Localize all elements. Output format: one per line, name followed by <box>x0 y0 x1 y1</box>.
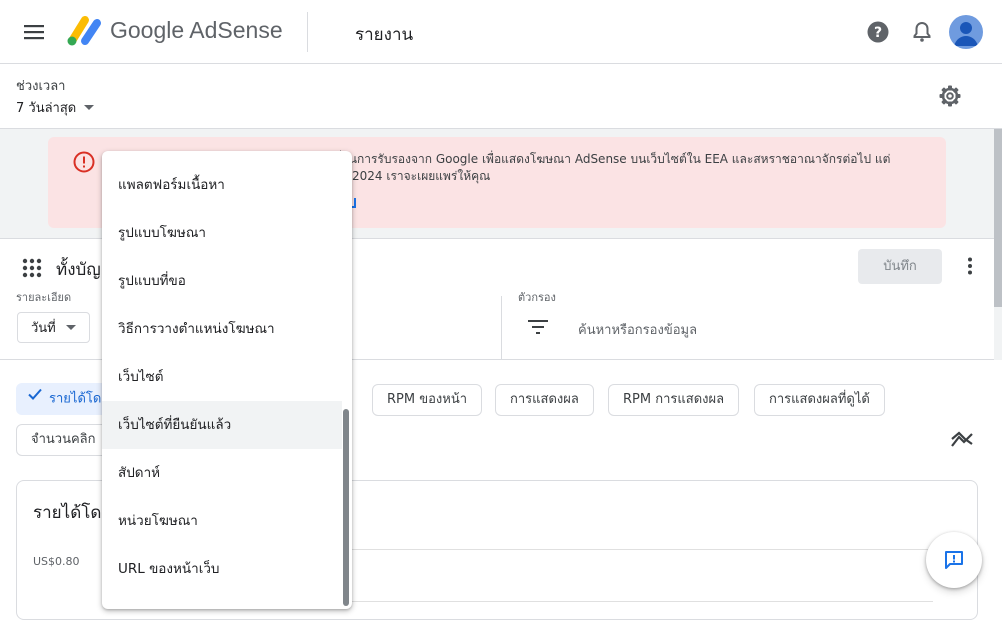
more-vert-icon[interactable] <box>960 256 980 276</box>
error-icon <box>72 150 96 174</box>
check-icon <box>27 384 43 414</box>
chart-title: รายได้โด <box>33 503 102 523</box>
filter-search-input[interactable]: ค้นหาหรือกรองข้อมูล <box>578 319 697 340</box>
breakdown-value: วันที่ <box>31 321 56 336</box>
menu-item-verified-site[interactable]: เว็บไซต์ที่ยืนยันแล้ว <box>102 401 342 449</box>
trend-toggle-icon[interactable] <box>950 430 974 450</box>
filter-label: ตัวกรอง <box>518 291 556 304</box>
save-button[interactable]: บันทึก <box>858 249 942 284</box>
toolbar-divider <box>501 296 502 360</box>
date-range-value: 7 วันล่าสุด <box>16 100 77 116</box>
page-scrollbar[interactable] <box>994 129 1002 307</box>
gridline <box>257 549 933 550</box>
breakdown-dropdown[interactable]: วันที่ <box>17 312 90 343</box>
header-divider <box>307 12 308 52</box>
chevron-down-icon <box>84 104 95 110</box>
help-icon[interactable]: ? <box>866 20 890 44</box>
breakdown-label: รายละเอียด <box>16 291 72 304</box>
date-range-bar: ช่วงเวลา 7 วันล่าสุด <box>0 64 1002 129</box>
adsense-logo-icon <box>64 14 104 48</box>
menu-item-ad-unit[interactable]: หน่วยโฆษณา <box>102 497 342 545</box>
date-range-label: ช่วงเวลา <box>16 79 66 94</box>
brand-name: Google AdSense <box>110 17 283 43</box>
menu-item-ad-format[interactable]: รูปแบบโฆษณา <box>102 209 342 257</box>
alert-text-line-2: 2024 เราจะเผยแพร่ให้คุณ <box>352 169 491 183</box>
breakdown-dropdown-menu: แพลตฟอร์มเนื้อหา รูปแบบโฆษณา รูปแบบที่ขอ… <box>102 151 352 609</box>
menu-item-requested-format[interactable]: รูปแบบที่ขอ <box>102 257 342 305</box>
y-axis-tick-label: US$0.80 <box>33 555 80 568</box>
menu-item-site[interactable]: เว็บไซต์ <box>102 353 342 401</box>
report-title: ทั้งบัญ <box>56 260 101 280</box>
account-avatar[interactable] <box>949 15 983 49</box>
menu-scrollbar[interactable] <box>343 409 349 606</box>
svg-text:?: ? <box>874 25 882 41</box>
menu-icon[interactable] <box>22 22 46 42</box>
filter-icon[interactable] <box>528 319 548 335</box>
metric-chip-clicks[interactable]: จำนวนคลิก <box>16 424 108 456</box>
menu-item-page-url[interactable]: URL ของหน้าเว็บ <box>102 545 342 593</box>
menu-item-week[interactable]: สัปดาห์ <box>102 449 342 497</box>
notifications-bell-icon[interactable] <box>910 20 934 44</box>
metric-chip-label: รายได้โด <box>49 391 102 407</box>
top-app-bar: Google AdSense รายงาน ? <box>0 0 1002 64</box>
date-range-dropdown[interactable]: 7 วันล่าสุด <box>16 97 95 117</box>
gridline <box>257 601 933 602</box>
settings-gear-icon[interactable] <box>938 84 962 108</box>
menu-item-ad-placement-method[interactable]: วิธีการวางตำแหน่งโฆษณา <box>102 305 342 353</box>
metric-chip-page-rpm[interactable]: RPM ของหน้า <box>372 384 483 416</box>
chevron-down-icon <box>65 325 76 330</box>
feedback-icon <box>943 549 965 571</box>
apps-grid-icon[interactable] <box>22 258 42 278</box>
metric-chip-viewable-impressions[interactable]: การแสดงผลที่ดูได้ <box>754 384 885 416</box>
feedback-button[interactable] <box>926 532 982 588</box>
metric-chip-impressions[interactable]: การแสดงผล <box>495 384 594 416</box>
page-title: รายงาน <box>355 25 414 45</box>
menu-item-content-platform[interactable]: แพลตฟอร์มเนื้อหา <box>102 161 342 209</box>
metric-chip-impression-rpm[interactable]: RPM การแสดงผล <box>608 384 740 416</box>
